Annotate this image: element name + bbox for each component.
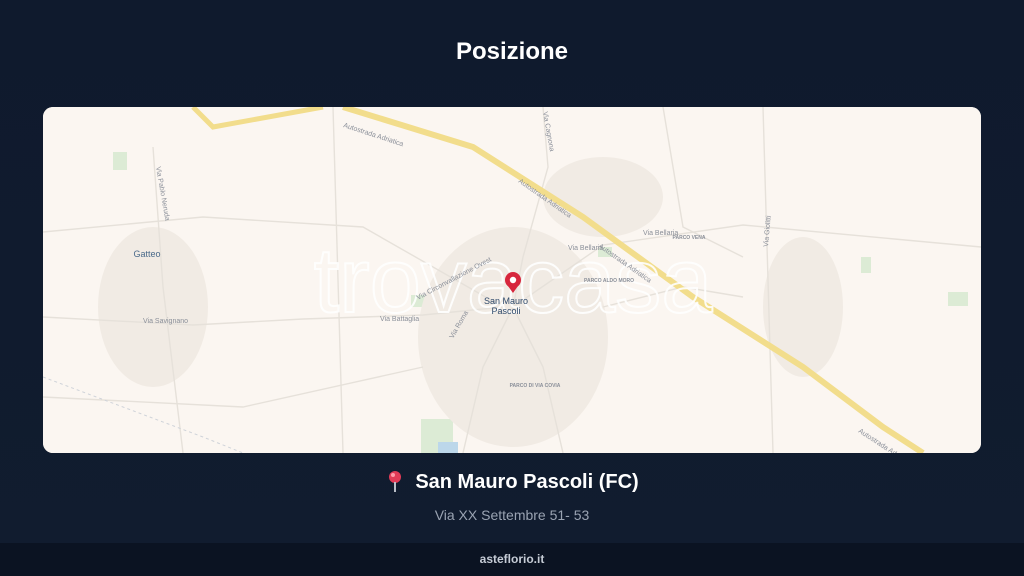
- place-name-line2: Pascoli: [491, 306, 520, 316]
- map-pin-icon: [385, 470, 405, 494]
- water-area: [438, 442, 458, 453]
- footer: asteflorio.it: [0, 543, 1024, 576]
- map-view[interactable]: trovacasa Autostrada Adriatica Autostrad…: [43, 107, 981, 453]
- park-label: PARCO DI VIA COVIA: [510, 383, 561, 389]
- road-label: Via Battaglia: [380, 316, 419, 323]
- park-label: PARCO VENA: [673, 235, 706, 241]
- location-name: San Mauro Pascoli (FC): [415, 470, 639, 493]
- place-name-line1: San Mauro: [484, 296, 528, 306]
- road-label: Via Savignano: [143, 318, 188, 325]
- park-label: PARCO ALDO MORO: [584, 278, 634, 284]
- location-address: Via XX Settembre 51- 53: [434, 507, 590, 523]
- location-title: San Mauro Pascoli (FC): [385, 470, 639, 494]
- footer-site-link[interactable]: asteflorio.it: [480, 552, 545, 566]
- road-label: Via Bellaria: [568, 245, 603, 252]
- location-info: San Mauro Pascoli (FC) Via XX Settembre …: [0, 470, 1024, 523]
- page-title: Posizione: [455, 38, 569, 65]
- map-canvas: trovacasa Autostrada Adriatica Autostrad…: [43, 107, 981, 453]
- town-label-gatteo: Gatteo: [133, 249, 160, 259]
- location-page: Posizione trovacasa Autostrada Adriatica…: [0, 0, 1024, 576]
